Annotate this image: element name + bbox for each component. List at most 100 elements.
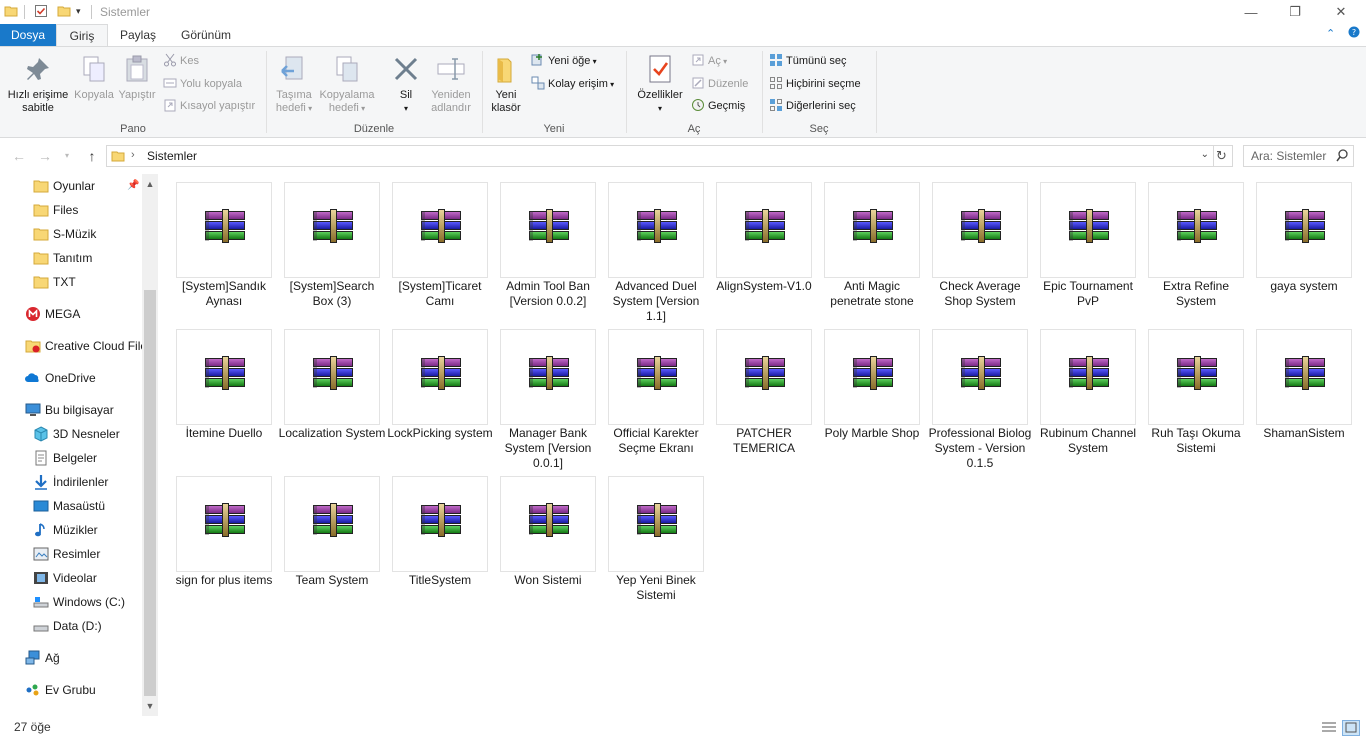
file-item[interactable]: Rubinum Channel System [1034, 322, 1138, 468]
nav-item-label: İndirilenler [53, 475, 109, 489]
invert-selection-button[interactable]: Diğerlerini seç [769, 96, 856, 116]
move-to-button[interactable]: Taşıma hedefi ▾ [272, 53, 316, 115]
new-item-button[interactable]: Yeni öğe ▾ [531, 51, 597, 71]
customize-qat-icon[interactable]: ▾ [76, 6, 81, 17]
file-item[interactable]: PATCHER TEMERICA [710, 322, 814, 468]
file-item[interactable]: Yep Yeni Binek Sistemi [602, 469, 706, 615]
file-item[interactable]: Professional Biolog System - Version 0.1… [926, 322, 1031, 470]
file-name: Epic Tournament PvP [1043, 279, 1133, 308]
scroll-thumb[interactable] [144, 290, 156, 696]
file-name: Yep Yeni Binek Sistemi [616, 573, 696, 602]
invert-selection-label: Diğerlerini seç [786, 100, 856, 112]
breadcrumb-chevron-icon[interactable]: › [131, 149, 135, 161]
new-folder-icon[interactable] [57, 4, 71, 21]
tab-view[interactable]: Görünüm [172, 24, 240, 46]
collapse-ribbon-icon[interactable]: ⌃ [1326, 27, 1335, 40]
file-item[interactable]: Official Karekter Seçme Ekranı [602, 322, 706, 468]
forward-arrow-icon[interactable]: → [35, 146, 55, 166]
file-item[interactable]: gaya system [1250, 175, 1354, 321]
winrar-archive-icon [529, 503, 569, 537]
file-item[interactable]: Team System [278, 469, 382, 615]
file-item[interactable]: TitleSystem [386, 469, 490, 615]
file-item[interactable]: Won Sistemi [494, 469, 598, 615]
file-item[interactable]: Ruh Taşı Okuma Sistemi [1142, 322, 1246, 468]
file-item[interactable]: [System]Sandık Aynası [170, 175, 274, 321]
file-item[interactable]: [System]Ticaret Camı [386, 175, 490, 321]
search-icon[interactable] [1336, 149, 1348, 166]
select-none-button[interactable]: Hiçbirini seçme [769, 74, 861, 94]
nav-item-oyunlar[interactable]: Oyunlar 📌 [33, 175, 141, 197]
properties-icon[interactable] [34, 4, 48, 21]
close-button[interactable]: ✕ [1318, 0, 1364, 24]
tab-file[interactable]: Dosya [0, 24, 56, 46]
recent-locations-icon[interactable]: ▾ [57, 146, 77, 166]
large-icons-view-icon[interactable] [1342, 720, 1360, 736]
paste-button[interactable]: Yapıştır [117, 53, 157, 102]
new-folder-button[interactable]: Yeni klasör [486, 53, 526, 115]
file-thumbnail [284, 476, 380, 572]
tab-share[interactable]: Paylaş [112, 24, 164, 46]
address-row: ← → ▾ ↑ › Sistemler ⌄ ↻ [0, 142, 1366, 170]
file-item[interactable]: Check Average Shop System [926, 175, 1030, 321]
nav-item-label: TXT [53, 275, 76, 289]
file-item[interactable]: Anti Magic penetrate stone [818, 175, 922, 321]
paste-shortcut-button[interactable]: Kısayol yapıştır [163, 96, 255, 116]
address-dropdown-icon[interactable]: ⌄ [1201, 149, 1209, 160]
group-label-clipboard: Pano [120, 123, 146, 135]
file-thumbnail [932, 329, 1028, 425]
file-item[interactable]: Manager Bank System [Version 0.0.1] [494, 322, 598, 470]
file-item[interactable]: İtemine Duello [170, 322, 274, 468]
file-item[interactable]: Extra Refine System [1142, 175, 1246, 321]
breadcrumb[interactable]: Sistemler [147, 149, 197, 163]
history-button[interactable]: Geçmiş [691, 96, 745, 116]
copy-button[interactable]: Kopyala [74, 53, 114, 102]
file-thumbnail [1256, 329, 1352, 425]
file-item[interactable]: AlignSystem-V1.0 [710, 175, 814, 321]
edit-button[interactable]: Düzenle [691, 74, 748, 94]
copy-path-label: Yolu kopyala [180, 78, 242, 90]
delete-button[interactable]: Sil ▾ [388, 53, 424, 115]
file-item[interactable]: Localization System [278, 322, 385, 468]
scroll-up-icon[interactable]: ▲ [142, 176, 158, 192]
easy-access-button[interactable]: Kolay erişim ▾ [531, 74, 614, 94]
properties-button[interactable]: Özellikler ▾ [634, 53, 686, 115]
tab-home[interactable]: Giriş [56, 24, 108, 46]
file-item[interactable]: [System]Search Box (3) [278, 175, 382, 321]
open-button[interactable]: Aç ▾ [691, 51, 727, 71]
window-title: Sistemler [100, 5, 151, 19]
group-label-organize: Düzenle [353, 123, 395, 135]
file-item[interactable]: Epic Tournament PvP [1034, 175, 1138, 321]
cut-button[interactable]: Kes [163, 51, 199, 71]
file-item[interactable]: Poly Marble Shop [818, 322, 922, 468]
copy-path-button[interactable]: Yolu kopyala [163, 74, 242, 94]
scroll-down-icon[interactable]: ▼ [142, 698, 158, 714]
pin-quick-access-button[interactable]: Hızlı erişime sabitle [6, 53, 70, 115]
minimize-button[interactable]: — [1228, 0, 1274, 24]
select-all-button[interactable]: Tümünü seç [769, 51, 847, 71]
rename-button[interactable]: Yeniden adlandır [428, 53, 474, 115]
nav-scrollbar[interactable]: ▲ ▼ [142, 174, 158, 716]
up-arrow-icon[interactable]: ↑ [82, 146, 102, 166]
picture-icon [33, 546, 49, 562]
winrar-archive-icon [1285, 356, 1325, 390]
pin-icon[interactable]: 📌 [127, 175, 139, 197]
refresh-icon[interactable]: ↻ [1211, 145, 1233, 167]
file-item[interactable]: Admin Tool Ban [Version 0.0.2] [494, 175, 598, 321]
file-item[interactable]: LockPicking system [386, 322, 493, 468]
computer-icon [25, 402, 41, 418]
copy-to-button[interactable]: Kopyalama hedefi ▾ [318, 53, 376, 115]
nav-item-label: Müzikler [53, 523, 98, 537]
help-icon[interactable]: ? [1348, 26, 1360, 41]
file-item[interactable]: Advanced Duel System [Version 1.1] [602, 175, 706, 323]
maximize-button[interactable]: ❐ [1272, 0, 1318, 24]
winrar-archive-icon [421, 209, 461, 243]
search-input[interactable] [1244, 146, 1332, 166]
folder-icon[interactable] [4, 4, 18, 21]
file-item[interactable]: ShamanSistem [1250, 322, 1354, 468]
file-item[interactable]: sign for plus items [170, 469, 274, 615]
details-view-icon[interactable] [1320, 720, 1338, 736]
easy-access-label: Kolay erişim [548, 78, 608, 90]
back-arrow-icon[interactable]: ← [9, 146, 29, 166]
winrar-archive-icon [1177, 209, 1217, 243]
address-bar[interactable]: › Sistemler ⌄ [106, 145, 1214, 167]
